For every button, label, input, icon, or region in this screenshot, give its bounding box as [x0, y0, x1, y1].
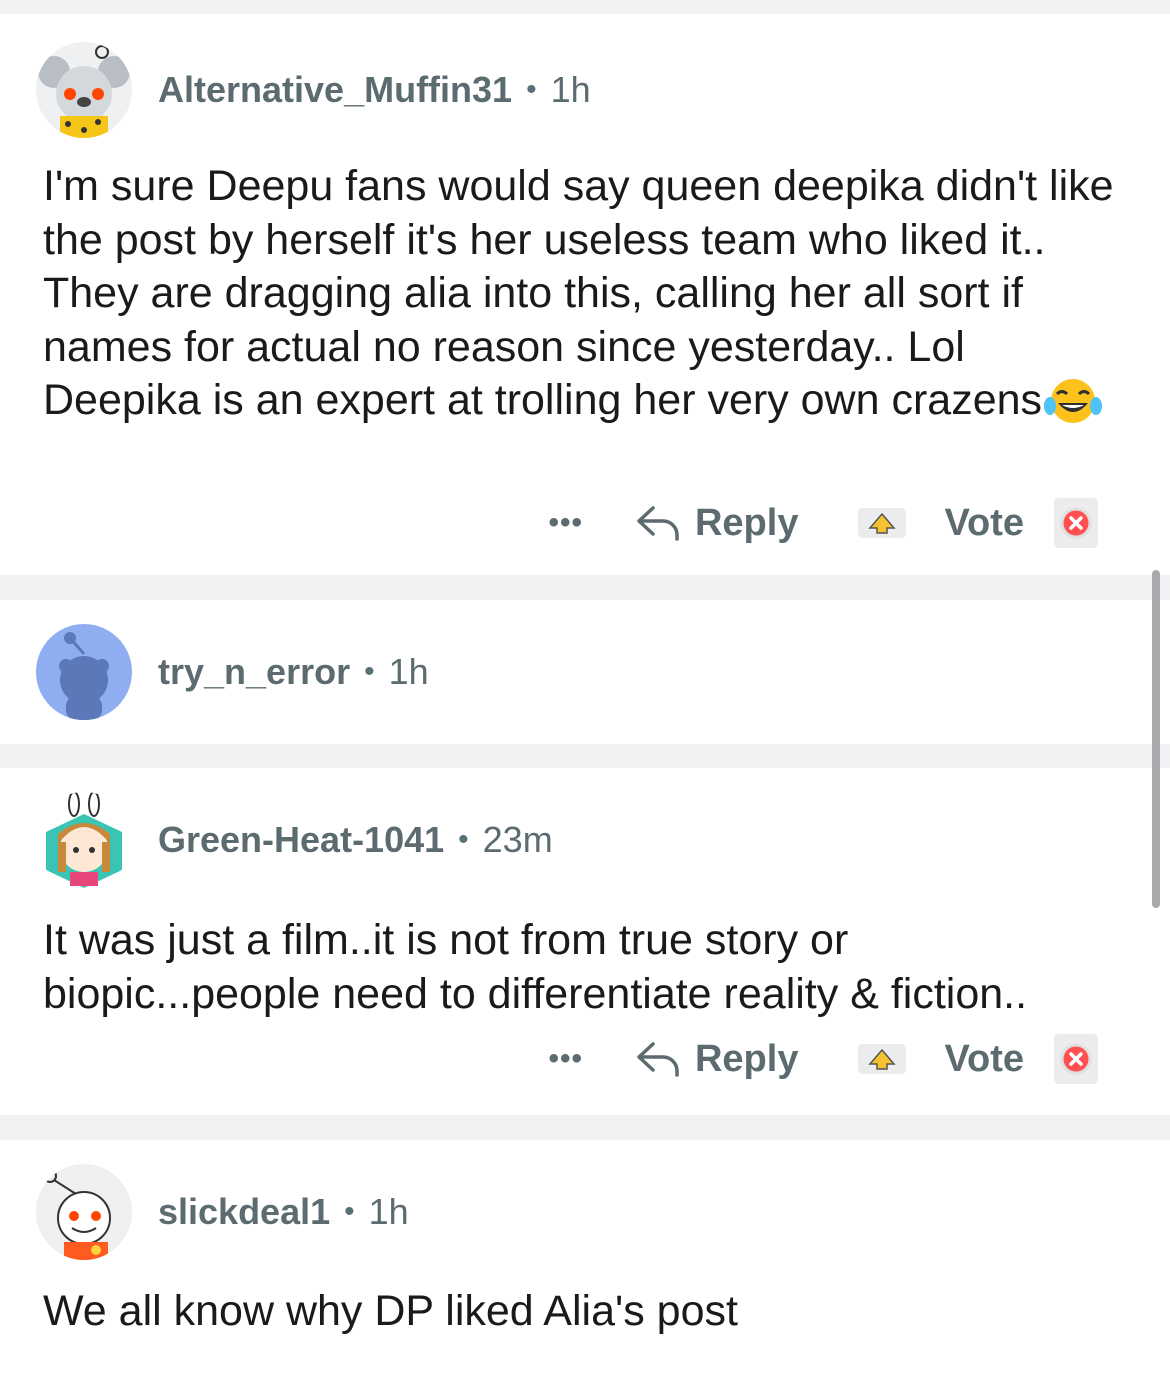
comment-body: It was just a film..it is not from true …: [43, 914, 1133, 1021]
comment-header: Green-Heat-1041 • 23m: [36, 792, 553, 888]
downvote-icon: [1060, 507, 1092, 539]
avatar[interactable]: [36, 42, 132, 138]
avatar[interactable]: [36, 792, 132, 888]
reply-button[interactable]: Reply: [635, 502, 798, 545]
timestamp: 23m: [482, 819, 553, 860]
username[interactable]: Alternative_Muffin31: [158, 69, 512, 111]
comment-text: I'm sure Deepu fans would say queen deep…: [43, 162, 1114, 424]
comment-feed: Alternative_Muffin31 • 1h I'm sure Deepu…: [0, 0, 1170, 1393]
downvote-icon: [1060, 1043, 1092, 1075]
timestamp: 1h: [550, 69, 591, 110]
reply-arrow-icon: [637, 1042, 679, 1077]
comment-actions: ••• Reply Vote: [548, 1034, 1098, 1084]
vote-label: Vote: [944, 501, 1024, 544]
avatar[interactable]: [36, 624, 132, 720]
separator-dot: •: [364, 655, 375, 688]
avatar[interactable]: [36, 1164, 132, 1260]
comment-card: try_n_error • 1h: [0, 600, 1170, 744]
upvote-icon: [868, 512, 897, 534]
comment-text: We all know why DP liked Alia's post: [43, 1287, 738, 1335]
scrollbar[interactable]: [1152, 570, 1160, 908]
separator-dot: •: [344, 1195, 355, 1228]
comment-card: Green-Heat-1041 • 23m It was just a film…: [0, 768, 1170, 1115]
timestamp: 1h: [388, 651, 429, 692]
vote-label: Vote: [944, 1037, 1024, 1080]
upvote-button[interactable]: [858, 508, 907, 538]
more-options-button[interactable]: •••: [548, 1042, 583, 1076]
comment-header: slickdeal1 • 1h: [36, 1164, 409, 1260]
comment-header: try_n_error • 1h: [36, 624, 429, 720]
reply-button[interactable]: Reply: [635, 1038, 798, 1081]
username[interactable]: Green-Heat-1041: [158, 819, 444, 861]
downvote-button[interactable]: [1054, 498, 1098, 548]
comment-card: slickdeal1 • 1h We all know why DP liked…: [0, 1140, 1170, 1393]
username[interactable]: slickdeal1: [158, 1191, 330, 1233]
more-options-button[interactable]: •••: [548, 506, 583, 540]
reply-label: Reply: [694, 1037, 799, 1080]
downvote-button[interactable]: [1054, 1034, 1098, 1084]
comment-body: I'm sure Deepu fans would say queen deep…: [43, 160, 1133, 428]
comment-card: Alternative_Muffin31 • 1h I'm sure Deepu…: [0, 14, 1170, 575]
separator-dot: •: [526, 73, 537, 106]
separator-dot: •: [458, 823, 469, 856]
comment-header: Alternative_Muffin31 • 1h: [36, 42, 591, 138]
comment-actions: ••• Reply Vote: [548, 498, 1098, 548]
timestamp: 1h: [368, 1191, 409, 1232]
comment-text: It was just a film..it is not from true …: [43, 916, 1028, 1018]
face-with-tears-of-joy-icon: [1044, 376, 1103, 426]
upvote-button[interactable]: [858, 1044, 907, 1074]
reply-label: Reply: [694, 501, 799, 544]
comment-body: We all know why DP liked Alia's post: [43, 1285, 1133, 1339]
username[interactable]: try_n_error: [158, 651, 350, 693]
upvote-icon: [868, 1048, 897, 1070]
reply-arrow-icon: [637, 506, 679, 541]
